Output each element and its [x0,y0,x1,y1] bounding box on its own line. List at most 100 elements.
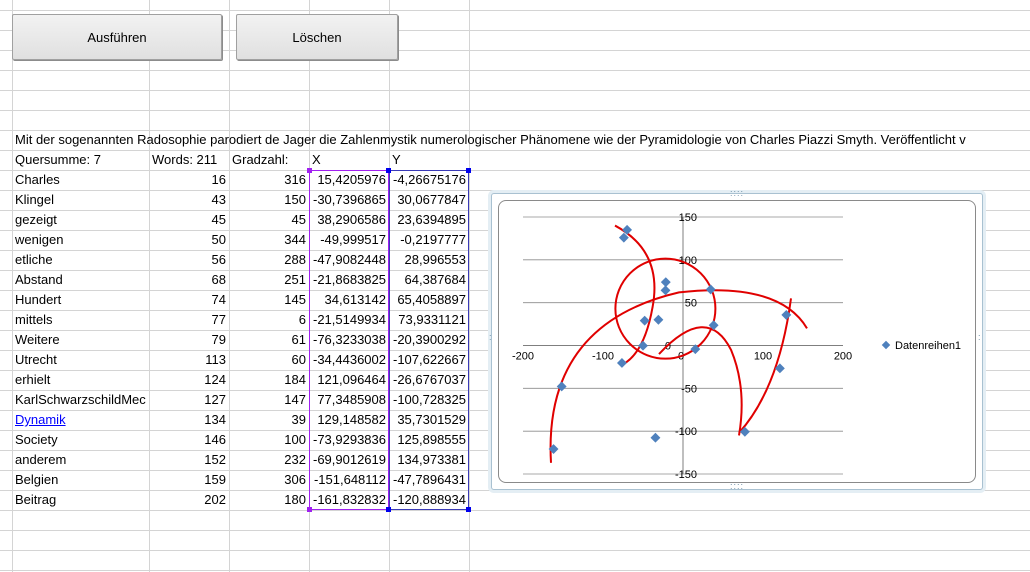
cell-deg[interactable]: 306 [229,470,309,490]
cell-n[interactable]: 16 [149,170,229,190]
cell-n[interactable]: 45 [149,210,229,230]
selection-handle[interactable] [466,507,471,512]
cell-word[interactable]: Abstand [12,270,149,290]
cell-deg[interactable]: 180 [229,490,309,510]
cell-word[interactable]: KarlSchwarzschildMec [12,390,149,410]
cell-x[interactable]: -47,9082448 [309,250,389,270]
cell-deg[interactable]: 288 [229,250,309,270]
cell-n[interactable]: 146 [149,430,229,450]
cell-x[interactable]: -49,999517 [309,230,389,250]
cell-y[interactable]: 134,973381 [389,450,469,470]
cell-n[interactable]: 50 [149,230,229,250]
cell-word[interactable]: gezeigt [12,210,149,230]
cell-deg[interactable]: 145 [229,290,309,310]
cell-deg[interactable]: 344 [229,230,309,250]
cell-y[interactable]: 64,387684 [389,270,469,290]
cell-n[interactable]: 152 [149,450,229,470]
chart-object[interactable]: :::: :::: : : -200 -100 0 100 200 150 100 50 0 -5… [489,189,983,491]
cell-x[interactable]: -151,648112 [309,470,389,490]
cell-n[interactable]: 79 [149,330,229,350]
cell-y[interactable]: 65,4058897 [389,290,469,310]
cell-y[interactable]: -20,3900292 [389,330,469,350]
intro-text-cell[interactable]: Mit der sogenannten Radosophie parodiert… [12,130,1030,150]
cell-x[interactable]: 77,3485908 [309,390,389,410]
cell-x[interactable]: -76,3233038 [309,330,389,350]
cell-x[interactable]: 38,2906586 [309,210,389,230]
cell-word[interactable]: wenigen [12,230,149,250]
cell-word[interactable]: Hundert [12,290,149,310]
cell-x[interactable]: 129,148582 [309,410,389,430]
selection-handle[interactable] [386,507,391,512]
cell-n[interactable]: 74 [149,290,229,310]
cell-word[interactable]: Society [12,430,149,450]
cell-word[interactable]: Weitere [12,330,149,350]
cell-deg[interactable]: 316 [229,170,309,190]
cell-x[interactable]: -30,7396865 [309,190,389,210]
cell-word[interactable]: anderem [12,450,149,470]
cell-n[interactable]: 127 [149,390,229,410]
resize-handle-left[interactable]: : [489,333,493,342]
cell-word[interactable]: Dynamik [12,410,149,430]
cell-n[interactable]: 159 [149,470,229,490]
cell-y[interactable]: -107,622667 [389,350,469,370]
cell-n[interactable]: 77 [149,310,229,330]
resize-handle-right[interactable]: : [978,333,982,342]
cell-word[interactable]: Charles [12,170,149,190]
cell-n[interactable]: 43 [149,190,229,210]
cell-y[interactable]: -26,6767037 [389,370,469,390]
cell-y[interactable]: -120,888934 [389,490,469,510]
cell-y[interactable]: -100,728325 [389,390,469,410]
cell-x[interactable]: -161,832832 [309,490,389,510]
cell-y[interactable]: 73,9331121 [389,310,469,330]
header-gradzahl[interactable]: Gradzahl: [229,150,309,170]
cell-y[interactable]: 125,898555 [389,430,469,450]
cell-y[interactable]: 30,0677847 [389,190,469,210]
selection-handle[interactable] [307,168,312,173]
cell-deg[interactable]: 184 [229,370,309,390]
cell-word[interactable]: Beitrag [12,490,149,510]
resize-handle-bottom[interactable]: :::: [730,482,744,491]
cell-x[interactable]: -34,4436002 [309,350,389,370]
cell-y[interactable]: -47,7896431 [389,470,469,490]
cell-n[interactable]: 202 [149,490,229,510]
cell-n[interactable]: 134 [149,410,229,430]
cell-y[interactable]: -4,26675176 [389,170,469,190]
header-y[interactable]: Y [389,150,469,170]
cell-word[interactable]: Utrecht [12,350,149,370]
clear-button[interactable]: Löschen [236,14,398,60]
cell-x[interactable]: -21,8683825 [309,270,389,290]
cell-word[interactable]: etliche [12,250,149,270]
selection-handle[interactable] [307,507,312,512]
cell-y[interactable]: 23,6394895 [389,210,469,230]
cell-x[interactable]: -21,5149934 [309,310,389,330]
cell-deg[interactable]: 45 [229,210,309,230]
cell-n[interactable]: 124 [149,370,229,390]
cell-n[interactable]: 113 [149,350,229,370]
run-button[interactable]: Ausführen [12,14,222,60]
header-x[interactable]: X [309,150,389,170]
cell-deg[interactable]: 232 [229,450,309,470]
cell-word[interactable]: Klingel [12,190,149,210]
cell-deg[interactable]: 150 [229,190,309,210]
cell-deg[interactable]: 100 [229,430,309,450]
cell-deg[interactable]: 147 [229,390,309,410]
selection-handle[interactable] [466,168,471,173]
cell-deg[interactable]: 39 [229,410,309,430]
cell-x[interactable]: 34,613142 [309,290,389,310]
cell-deg[interactable]: 251 [229,270,309,290]
selection-handle[interactable] [386,168,391,173]
cell-y[interactable]: 28,996553 [389,250,469,270]
cell-deg[interactable]: 61 [229,330,309,350]
cell-x[interactable]: 15,4205976 [309,170,389,190]
resize-handle-top[interactable]: :::: [730,189,744,198]
cell-word[interactable]: Belgien [12,470,149,490]
cell-deg[interactable]: 60 [229,350,309,370]
cell-word[interactable]: mittels [12,310,149,330]
cell-n[interactable]: 68 [149,270,229,290]
header-words[interactable]: Words: 211 [149,150,229,170]
cell-n[interactable]: 56 [149,250,229,270]
cell-deg[interactable]: 6 [229,310,309,330]
chart-area[interactable]: -200 -100 0 100 200 150 100 50 0 -50 -100 -150 Daten… [498,200,976,483]
cell-x[interactable]: -73,9293836 [309,430,389,450]
cell-y[interactable]: -0,2197777 [389,230,469,250]
